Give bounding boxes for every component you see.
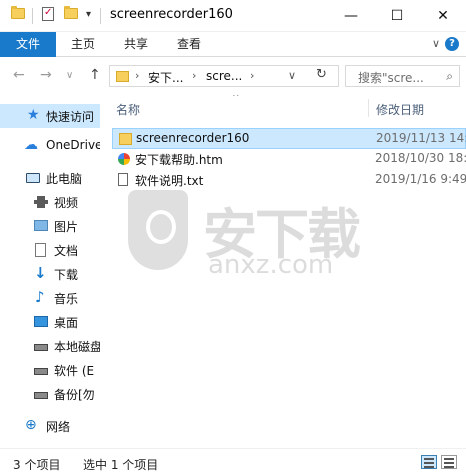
file-name: 安下载帮助.htm <box>135 153 223 167</box>
sidebar-item-label: 快速访问 <box>46 110 95 124</box>
sidebar-item-label: 此电脑 <box>46 172 83 186</box>
forward-button[interactable]: → <box>40 67 52 83</box>
sidebar-item-label: 下载 <box>54 268 79 282</box>
details-view-button[interactable] <box>421 455 437 469</box>
tab-home[interactable]: 主页 <box>58 32 108 57</box>
star-icon: ★ <box>27 107 40 123</box>
sidebar-item-local-disk[interactable]: 本地磁盘 <box>0 334 100 358</box>
sidebar-item-label: 软件 (E <box>54 364 95 378</box>
sort-indicator-icon: ^ <box>232 95 240 103</box>
shield-logo-icon <box>128 190 188 270</box>
properties-icon[interactable] <box>42 7 54 21</box>
sidebar-item-label: 桌面 <box>54 316 79 330</box>
column-divider[interactable] <box>368 99 369 117</box>
tab-view[interactable]: 查看 <box>164 32 214 57</box>
document-icon <box>35 243 46 257</box>
sidebar-item-onedrive[interactable]: ☁ OneDrive <box>0 134 100 158</box>
folder-icon <box>116 71 129 82</box>
breadcrumb-scre[interactable]: scre... <box>206 69 242 83</box>
picture-icon <box>34 220 48 231</box>
sidebar-item-label: 备份[勿 <box>54 388 95 402</box>
video-icon <box>34 196 48 208</box>
html-file-icon <box>118 153 130 165</box>
address-dropdown-icon[interactable]: ∨ <box>288 69 296 82</box>
sidebar-item-pictures[interactable]: 图片 <box>0 214 100 238</box>
sidebar-item-software-drive[interactable]: 软件 (E <box>0 358 100 382</box>
watermark-url: anxz.com <box>208 250 334 280</box>
sidebar-item-label: 网络 <box>46 420 71 434</box>
sidebar-item-desktop[interactable]: 桌面 <box>0 310 100 334</box>
breadcrumb-separator[interactable]: › <box>250 69 254 82</box>
sidebar-item-network[interactable]: ⊕ 网络 <box>0 414 100 438</box>
sidebar-item-downloads[interactable]: ↓ 下载 <box>0 262 100 286</box>
folder-icon <box>11 6 25 19</box>
breadcrumb-separator[interactable]: › <box>192 69 196 82</box>
search-input[interactable]: 搜索"scre... ⌕ <box>345 65 460 87</box>
address-bar[interactable]: › 安下... › scre... › ∨ <box>109 65 339 87</box>
ribbon-expand-icon[interactable]: ∨ <box>432 37 440 50</box>
navigation-pane: ★ 快速访问 ☁ OneDrive 此电脑 视频 图片 文档 ↓ 下载 ♪ 音乐… <box>0 95 100 448</box>
help-icon[interactable]: ? <box>445 37 459 51</box>
table-row[interactable]: 安下载帮助.htm 2018/10/30 18:4 <box>112 149 466 170</box>
watermark: 安下载 anxz.com <box>128 190 428 290</box>
item-count: 3 个项目 <box>13 458 61 472</box>
folder-icon <box>119 133 132 145</box>
sidebar-item-documents[interactable]: 文档 <box>0 238 100 262</box>
sidebar-item-this-pc[interactable]: 此电脑 <box>0 166 100 190</box>
minimize-button[interactable]: — <box>328 0 374 32</box>
sidebar-item-music[interactable]: ♪ 音乐 <box>0 286 100 310</box>
search-icon[interactable]: ⌕ <box>446 69 453 84</box>
sidebar-item-label: 文档 <box>54 244 79 258</box>
title-separator <box>100 8 101 24</box>
title-bar: ▾ screenrecorder160 — ☐ ✕ <box>0 0 466 32</box>
selection-count: 选中 1 个项目 <box>83 458 159 472</box>
sidebar-item-backup-drive[interactable]: 备份[勿 <box>0 382 100 406</box>
refresh-button[interactable]: ↻ <box>316 67 327 82</box>
drive-icon <box>34 392 48 399</box>
music-icon: ♪ <box>35 288 45 306</box>
cloud-icon: ☁ <box>24 137 38 153</box>
quick-access-dropdown-icon[interactable]: ▾ <box>86 9 91 20</box>
breadcrumb-separator[interactable]: › <box>135 69 139 82</box>
table-row[interactable]: 软件说明.txt 2019/1/16 9:49 <box>112 170 466 191</box>
new-folder-icon[interactable] <box>64 6 78 19</box>
sidebar-item-quick-access[interactable]: ★ 快速访问 <box>0 104 100 128</box>
drive-icon <box>34 368 48 375</box>
file-date: 2019/1/16 9:49 <box>375 172 466 186</box>
sidebar-item-label: 图片 <box>54 220 79 234</box>
file-name: screenrecorder160 <box>136 131 250 145</box>
up-button[interactable]: ↑ <box>89 67 101 83</box>
quick-access-separator <box>32 8 33 24</box>
sidebar-item-label: 音乐 <box>54 292 79 306</box>
sidebar-item-label: 视频 <box>54 196 79 210</box>
file-name: 软件说明.txt <box>135 174 204 188</box>
back-button[interactable]: ← <box>13 67 25 83</box>
tab-share[interactable]: 共享 <box>110 32 162 57</box>
maximize-button[interactable]: ☐ <box>374 0 420 32</box>
text-file-icon <box>118 173 128 186</box>
window-title: screenrecorder160 <box>110 7 233 22</box>
sidebar-item-label: 本地磁盘 <box>54 340 100 354</box>
file-date: 2018/10/30 18:4 <box>375 151 466 165</box>
ribbon-tabs: 文件 主页 共享 查看 ∨ ? <box>0 32 466 57</box>
drive-icon <box>34 344 48 351</box>
column-header-modified[interactable]: 修改日期 <box>376 101 424 118</box>
computer-icon <box>26 173 40 183</box>
desktop-icon <box>34 316 48 327</box>
status-bar: 3 个项目 选中 1 个项目 <box>0 448 466 474</box>
large-icons-view-button[interactable] <box>441 455 457 469</box>
navigation-bar: ← → ∨ ↑ › 安下... › scre... › ∨ ↻ 搜索"scre.… <box>0 57 466 95</box>
download-icon: ↓ <box>34 264 47 282</box>
tab-file[interactable]: 文件 <box>0 32 56 57</box>
sidebar-item-label: OneDrive <box>46 138 100 152</box>
close-button[interactable]: ✕ <box>420 0 466 32</box>
table-row[interactable]: screenrecorder160 2019/11/13 14:3 <box>112 128 466 149</box>
breadcrumb-anxia[interactable]: 安下... <box>148 69 183 86</box>
sidebar-item-videos[interactable]: 视频 <box>0 190 100 214</box>
search-placeholder: 搜索"scre... <box>358 71 424 85</box>
column-header-name[interactable]: 名称 <box>116 101 140 118</box>
file-date: 2019/11/13 14:3 <box>376 131 466 145</box>
recent-locations-button[interactable]: ∨ <box>66 70 73 81</box>
network-icon: ⊕ <box>25 417 37 433</box>
